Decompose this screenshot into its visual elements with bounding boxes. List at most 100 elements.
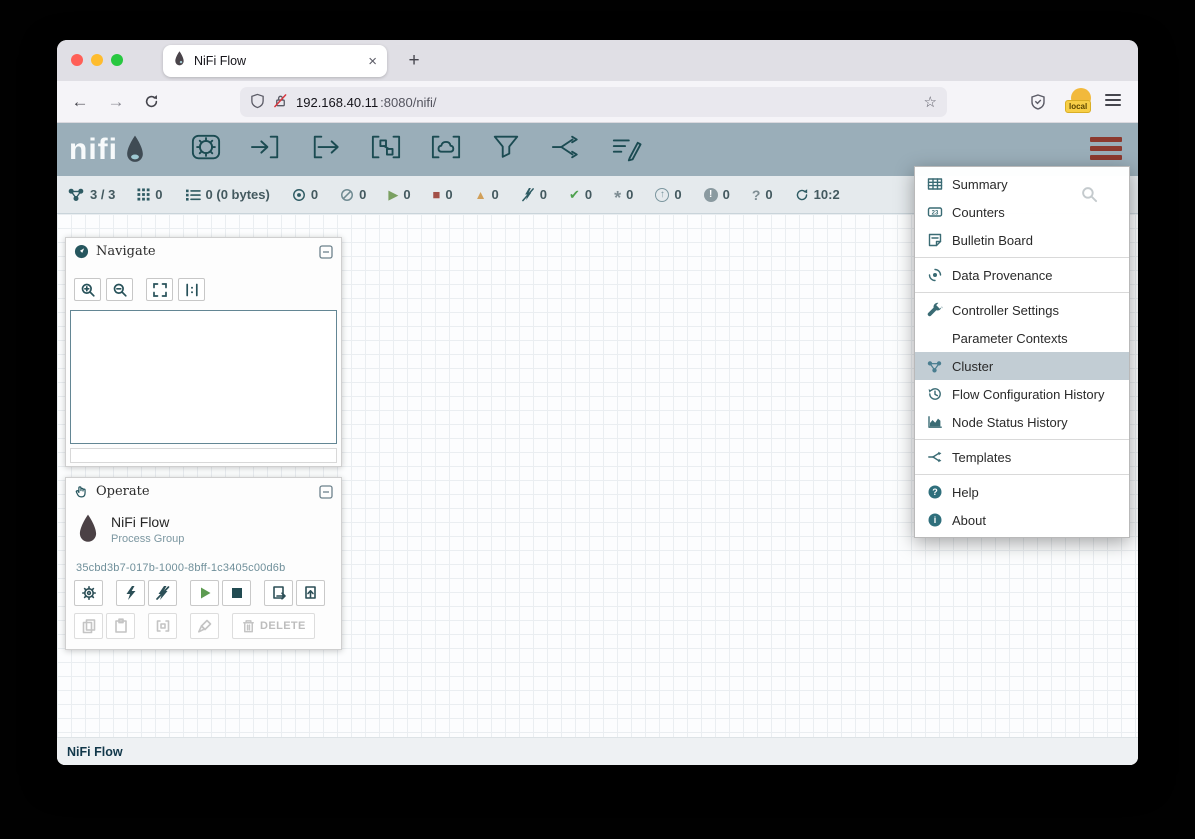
address-bar[interactable]: 192.168.40.11 :8080/nifi/ ☆	[240, 87, 947, 117]
queued-count: 0 (0 bytes)	[206, 187, 270, 202]
wrench-icon	[926, 302, 943, 318]
process-group-icon[interactable]	[369, 132, 403, 167]
tab-close-icon[interactable]: ×	[368, 54, 377, 69]
transmitting-status: 0	[292, 187, 318, 202]
menu-item-templates[interactable]: Templates	[915, 443, 1129, 471]
zoom-actual-size-button[interactable]	[178, 278, 205, 301]
bookmark-star-icon[interactable]: ☆	[924, 93, 937, 111]
zoom-fit-button[interactable]	[146, 278, 173, 301]
group-button[interactable]	[148, 613, 177, 639]
active-threads-count: 0	[155, 187, 162, 202]
upload-template-button[interactable]	[296, 580, 325, 606]
start-button[interactable]	[190, 580, 219, 606]
new-tab-button[interactable]: +	[401, 48, 427, 74]
enable-button[interactable]	[116, 580, 145, 606]
summary-table-icon	[926, 176, 943, 192]
window-close-button[interactable]	[71, 54, 83, 66]
birdseye-slider[interactable]	[70, 448, 337, 463]
transmitting-icon	[292, 188, 306, 202]
search-icon[interactable]	[1081, 186, 1098, 208]
remote-process-group-icon[interactable]	[429, 132, 463, 167]
collapse-operate-button[interactable]	[319, 485, 333, 499]
menu-divider	[915, 474, 1129, 475]
profile-badge: local	[1065, 100, 1091, 113]
svg-text:?: ?	[932, 487, 938, 497]
queued-status: 0 (0 bytes)	[185, 187, 270, 202]
configuration-button[interactable]	[74, 580, 103, 606]
desktop-background: NiFi Flow × + ← → 192.168.40.11 :8080/ni…	[0, 0, 1195, 839]
input-port-icon[interactable]	[249, 132, 283, 167]
hand-icon	[74, 484, 89, 499]
create-template-button[interactable]	[264, 580, 293, 606]
locally-modified-stale-status: ! 0	[704, 187, 730, 202]
up-to-date-status: ✔ 0	[569, 187, 592, 202]
processor-icon[interactable]	[189, 132, 223, 167]
refresh-time: 10:2	[814, 187, 840, 202]
nifi-logo-drop-icon	[123, 135, 147, 165]
menu-item-flow-configuration-history[interactable]: Flow Configuration History	[915, 380, 1129, 408]
disabled-count: 0	[540, 187, 547, 202]
navigate-toolbar	[74, 278, 205, 301]
forward-button[interactable]: →	[101, 81, 131, 122]
back-button[interactable]: ←	[65, 81, 95, 122]
locally-modified-count: 0	[626, 187, 633, 202]
provenance-icon	[926, 267, 943, 283]
menu-item-label: Templates	[952, 450, 1011, 465]
up-to-date-icon: ✔	[569, 188, 580, 201]
paste-button[interactable]	[106, 613, 135, 639]
global-menu-button[interactable]	[1090, 137, 1122, 164]
menu-item-controller-settings[interactable]: Controller Settings	[915, 296, 1129, 324]
copy-button[interactable]	[74, 613, 103, 639]
stopped-status: ■ 0	[433, 187, 453, 202]
browser-tab[interactable]: NiFi Flow ×	[163, 45, 387, 77]
profile-avatar[interactable]: local	[1065, 88, 1097, 116]
component-name: NiFi Flow	[111, 514, 184, 530]
stale-status: ↑ 0	[655, 187, 681, 202]
reload-button[interactable]	[136, 81, 166, 122]
output-port-icon[interactable]	[309, 132, 343, 167]
menu-item-cluster[interactable]: Cluster	[915, 352, 1129, 380]
zoom-out-button[interactable]	[106, 278, 133, 301]
cluster-status: 3 / 3	[67, 187, 115, 202]
component-id: 35cbd3b7-017b-1000-8bff-1c3405c00d6b	[76, 562, 285, 574]
stop-button[interactable]	[222, 580, 251, 606]
menu-item-bulletin-board[interactable]: Bulletin Board	[915, 226, 1129, 254]
nifi-logo-text: nifi	[69, 133, 118, 167]
birdseye-view[interactable]	[70, 310, 337, 444]
delete-button[interactable]: DELETE	[232, 613, 315, 639]
disable-button[interactable]	[148, 580, 177, 606]
sticky-note-icon	[926, 232, 943, 248]
menu-item-data-provenance[interactable]: Data Provenance	[915, 261, 1129, 289]
window-minimize-button[interactable]	[91, 54, 103, 66]
menu-item-help[interactable]: ? Help	[915, 478, 1129, 506]
menu-item-label: Summary	[952, 177, 1008, 192]
navigate-title: Navigate	[96, 244, 156, 259]
pocket-shield-icon[interactable]	[1023, 81, 1053, 122]
label-icon[interactable]	[609, 132, 643, 167]
breadcrumb-bar: NiFi Flow	[57, 737, 1138, 765]
collapse-navigate-button[interactable]	[319, 245, 333, 259]
up-to-date-count: 0	[585, 187, 592, 202]
tab-title: NiFi Flow	[194, 54, 368, 68]
window-zoom-button[interactable]	[111, 54, 123, 66]
template-icon[interactable]	[549, 132, 583, 167]
menu-item-parameter-contexts[interactable]: Parameter Contexts	[915, 324, 1129, 352]
menu-divider	[915, 292, 1129, 293]
fill-color-button[interactable]	[190, 613, 219, 639]
url-path: :8080/nifi/	[380, 95, 436, 110]
nifi-favicon	[173, 51, 186, 72]
locally-modified-icon: *	[614, 189, 621, 207]
zoom-in-button[interactable]	[74, 278, 101, 301]
operate-header: Operate	[66, 478, 341, 505]
insecure-lock-icon[interactable]	[273, 93, 288, 112]
url-host: 192.168.40.11	[296, 95, 378, 110]
menu-item-about[interactable]: i About	[915, 506, 1129, 534]
menu-item-node-status-history[interactable]: Node Status History	[915, 408, 1129, 436]
breadcrumb[interactable]: NiFi Flow	[67, 745, 123, 759]
funnel-icon[interactable]	[489, 132, 523, 167]
refresh-icon[interactable]	[795, 188, 809, 202]
svg-text:23: 23	[931, 210, 938, 216]
browser-menu-icon[interactable]	[1105, 94, 1121, 109]
info-icon: i	[926, 512, 943, 528]
tracking-shield-icon[interactable]	[250, 93, 265, 112]
